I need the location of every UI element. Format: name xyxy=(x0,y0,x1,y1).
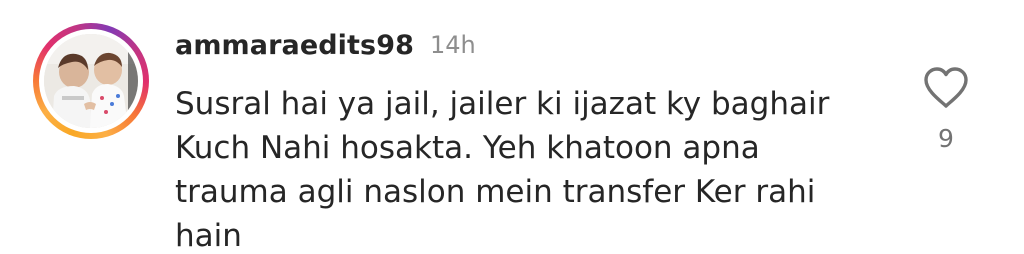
comment-item: ammaraedits98 14h Susral hai ya jail, ja… xyxy=(0,0,1024,254)
avatar[interactable] xyxy=(44,34,138,128)
comment-text: Susral hai ya jail, jailer ki ijazat ky … xyxy=(175,82,895,254)
comment-username[interactable]: ammaraedits98 xyxy=(175,30,414,61)
like-button[interactable] xyxy=(922,66,970,110)
avatar-story-ring[interactable] xyxy=(33,23,149,139)
avatar-ring-gap xyxy=(39,29,143,133)
comment-text-line: hain xyxy=(175,218,242,254)
like-count: 9 xyxy=(938,124,954,153)
comment-timestamp: 14h xyxy=(430,31,476,59)
heart-outline-icon xyxy=(924,67,968,108)
avatar-photo xyxy=(44,34,138,128)
comment-text-line: Susral hai ya jail, jailer ki ijazat ky … xyxy=(175,86,830,122)
comment-text-line: trauma agli naslon mein transfer Ker rah… xyxy=(175,174,816,210)
comment-text-line: Kuch Nahi hosakta. Yeh khatoon apna xyxy=(175,130,760,166)
